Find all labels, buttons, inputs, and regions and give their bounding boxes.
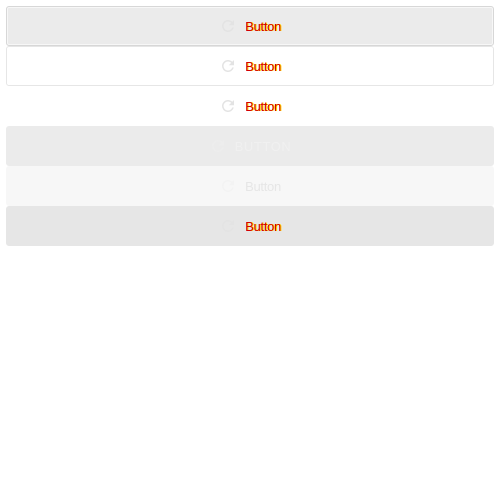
button-label: Button <box>245 98 281 114</box>
refresh-button-4[interactable]: BUTTON <box>6 126 494 166</box>
refresh-icon <box>219 57 237 75</box>
button-label: Button <box>245 218 281 234</box>
refresh-button-1[interactable]: Button <box>6 6 494 46</box>
button-stack: Button Button Button BUTTON Button Butto… <box>6 6 494 246</box>
button-label: BUTTON <box>234 138 292 154</box>
refresh-icon <box>219 217 237 235</box>
refresh-button-3[interactable]: Button <box>6 86 494 126</box>
refresh-button-2[interactable]: Button <box>6 46 494 86</box>
button-label: Button <box>245 58 281 74</box>
button-label: Button <box>245 178 281 194</box>
button-label: Button <box>245 18 281 34</box>
refresh-button-5[interactable]: Button <box>6 166 494 206</box>
refresh-icon <box>219 97 237 115</box>
refresh-icon <box>219 17 237 35</box>
refresh-icon <box>209 137 227 155</box>
refresh-button-6[interactable]: Button <box>6 206 494 246</box>
refresh-icon <box>219 177 237 195</box>
